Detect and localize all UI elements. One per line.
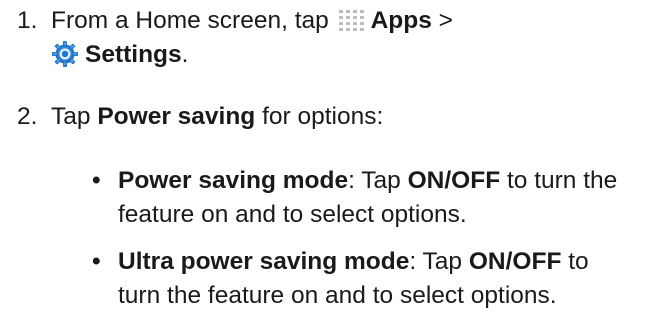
- step-text: Tap Power saving for options:: [51, 100, 651, 134]
- bullet-rest-line1: to turn the: [506, 167, 618, 194]
- settings-gear-icon: [52, 41, 78, 67]
- step-number: 2.: [17, 103, 38, 130]
- bullet-title: Power saving mode: [118, 167, 349, 194]
- bullet-rest-line1: to: [568, 248, 589, 275]
- settings-label: Settings: [85, 41, 182, 68]
- bullet-text: Ultra power saving mode: Tap ON/OFF to t…: [118, 245, 648, 313]
- step-2-intro: Tap: [51, 103, 91, 130]
- bullet-text: Power saving mode: Tap ON/OFF to turn th…: [118, 164, 648, 232]
- bullet-marker: •: [92, 248, 101, 275]
- step-1-end: .: [181, 41, 189, 68]
- toggle-label: ON/OFF: [407, 167, 501, 194]
- bullet-title: Ultra power saving mode: [118, 248, 410, 275]
- bullet-colon: : Tap: [348, 167, 401, 194]
- toggle-label: ON/OFF: [468, 248, 562, 275]
- apps-grid-icon: [338, 10, 364, 31]
- step-number: 1.: [17, 7, 38, 34]
- apps-label: Apps: [370, 7, 432, 34]
- step-1-intro: From a Home screen, tap: [51, 7, 329, 34]
- bullet-colon: : Tap: [409, 248, 463, 275]
- menu-separator: >: [438, 7, 453, 34]
- step-2-outro: for options:: [262, 103, 384, 130]
- bullet-marker: •: [92, 167, 101, 194]
- bullet-rest-line2: feature on and to select options.: [118, 201, 467, 228]
- power-saving-label: Power saving: [97, 103, 256, 130]
- instructions-page: 1. From a Home screen, tap Apps > Settin…: [0, 0, 668, 318]
- bullet-rest-line2: turn the feature on and to select option…: [118, 282, 557, 309]
- step-text: From a Home screen, tap Apps > Settings.: [51, 4, 651, 72]
